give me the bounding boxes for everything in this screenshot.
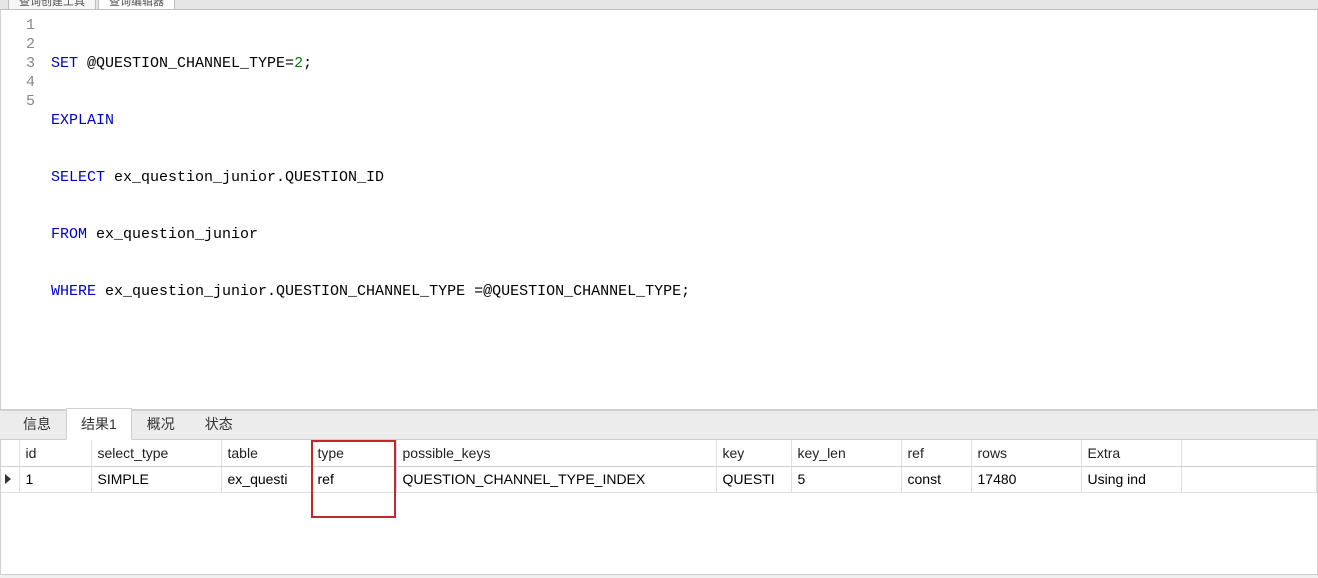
sql-keyword: EXPLAIN: [51, 112, 114, 129]
col-key-len[interactable]: key_len: [791, 440, 901, 466]
row-marker-cell: [1, 466, 19, 492]
top-tab-bar: 查询创建工具 查询编辑器: [0, 0, 1318, 10]
sql-editor[interactable]: 1 2 3 4 5 SET @QUESTION_CHANNEL_TYPE=2; …: [0, 10, 1318, 410]
line-number: 1: [1, 16, 35, 35]
cell-select-type[interactable]: SIMPLE: [91, 466, 221, 492]
cell-key[interactable]: QUESTI: [716, 466, 791, 492]
sql-text: ex_question_junior: [87, 226, 258, 243]
tab-result1[interactable]: 结果1: [66, 408, 132, 440]
cell-extra[interactable]: Using ind: [1081, 466, 1181, 492]
code-line: SET @QUESTION_CHANNEL_TYPE=2;: [51, 54, 1317, 73]
row-marker-header: [1, 440, 19, 466]
sql-keyword: SET: [51, 55, 78, 72]
sql-number: 2: [294, 55, 303, 72]
cell-filler: [1181, 466, 1317, 492]
cell-type[interactable]: ref: [311, 466, 396, 492]
line-number: 5: [1, 92, 35, 111]
sql-text: @QUESTION_CHANNEL_TYPE=: [78, 55, 294, 72]
line-number: 4: [1, 73, 35, 92]
col-table[interactable]: table: [221, 440, 311, 466]
line-number: 3: [1, 54, 35, 73]
top-tab-query-editor[interactable]: 查询编辑器: [98, 0, 175, 9]
explain-table: id select_type table type possible_keys …: [1, 440, 1317, 493]
tab-info[interactable]: 信息: [8, 408, 66, 440]
cell-possible-keys[interactable]: QUESTION_CHANNEL_TYPE_INDEX: [396, 466, 716, 492]
col-ref[interactable]: ref: [901, 440, 971, 466]
sql-keyword: WHERE: [51, 283, 96, 300]
code-line: WHERE ex_question_junior.QUESTION_CHANNE…: [51, 282, 1317, 301]
current-row-icon: [5, 474, 11, 484]
code-line: FROM ex_question_junior: [51, 225, 1317, 244]
result-tab-bar: 信息 结果1 概况 状态: [0, 410, 1318, 440]
col-rows[interactable]: rows: [971, 440, 1081, 466]
sql-keyword: FROM: [51, 226, 87, 243]
code-line: EXPLAIN: [51, 111, 1317, 130]
col-select-type[interactable]: select_type: [91, 440, 221, 466]
table-row[interactable]: 1 SIMPLE ex_questi ref QUESTION_CHANNEL_…: [1, 466, 1317, 492]
tab-overview[interactable]: 概况: [132, 408, 190, 440]
col-key[interactable]: key: [716, 440, 791, 466]
cell-ref[interactable]: const: [901, 466, 971, 492]
cell-key-len[interactable]: 5: [791, 466, 901, 492]
cell-rows[interactable]: 17480: [971, 466, 1081, 492]
cell-table[interactable]: ex_questi: [221, 466, 311, 492]
cell-id[interactable]: 1: [19, 466, 91, 492]
sql-code-area[interactable]: SET @QUESTION_CHANNEL_TYPE=2; EXPLAIN SE…: [51, 10, 1317, 409]
col-possible-keys[interactable]: possible_keys: [396, 440, 716, 466]
sql-text: ex_question_junior.QUESTION_ID: [105, 169, 384, 186]
sql-text: ;: [303, 55, 312, 72]
sql-keyword: SELECT: [51, 169, 105, 186]
line-number-gutter: 1 2 3 4 5: [1, 10, 51, 409]
sql-text: ex_question_junior.QUESTION_CHANNEL_TYPE…: [96, 283, 690, 300]
line-number: 2: [1, 35, 35, 54]
col-filler: [1181, 440, 1317, 466]
col-extra[interactable]: Extra: [1081, 440, 1181, 466]
code-line: SELECT ex_question_junior.QUESTION_ID: [51, 168, 1317, 187]
table-header-row: id select_type table type possible_keys …: [1, 440, 1317, 466]
tab-status[interactable]: 状态: [190, 408, 248, 440]
top-tab-query-builder[interactable]: 查询创建工具: [8, 0, 96, 9]
col-id[interactable]: id: [19, 440, 91, 466]
col-type[interactable]: type: [311, 440, 396, 466]
result-grid[interactable]: id select_type table type possible_keys …: [0, 440, 1318, 575]
